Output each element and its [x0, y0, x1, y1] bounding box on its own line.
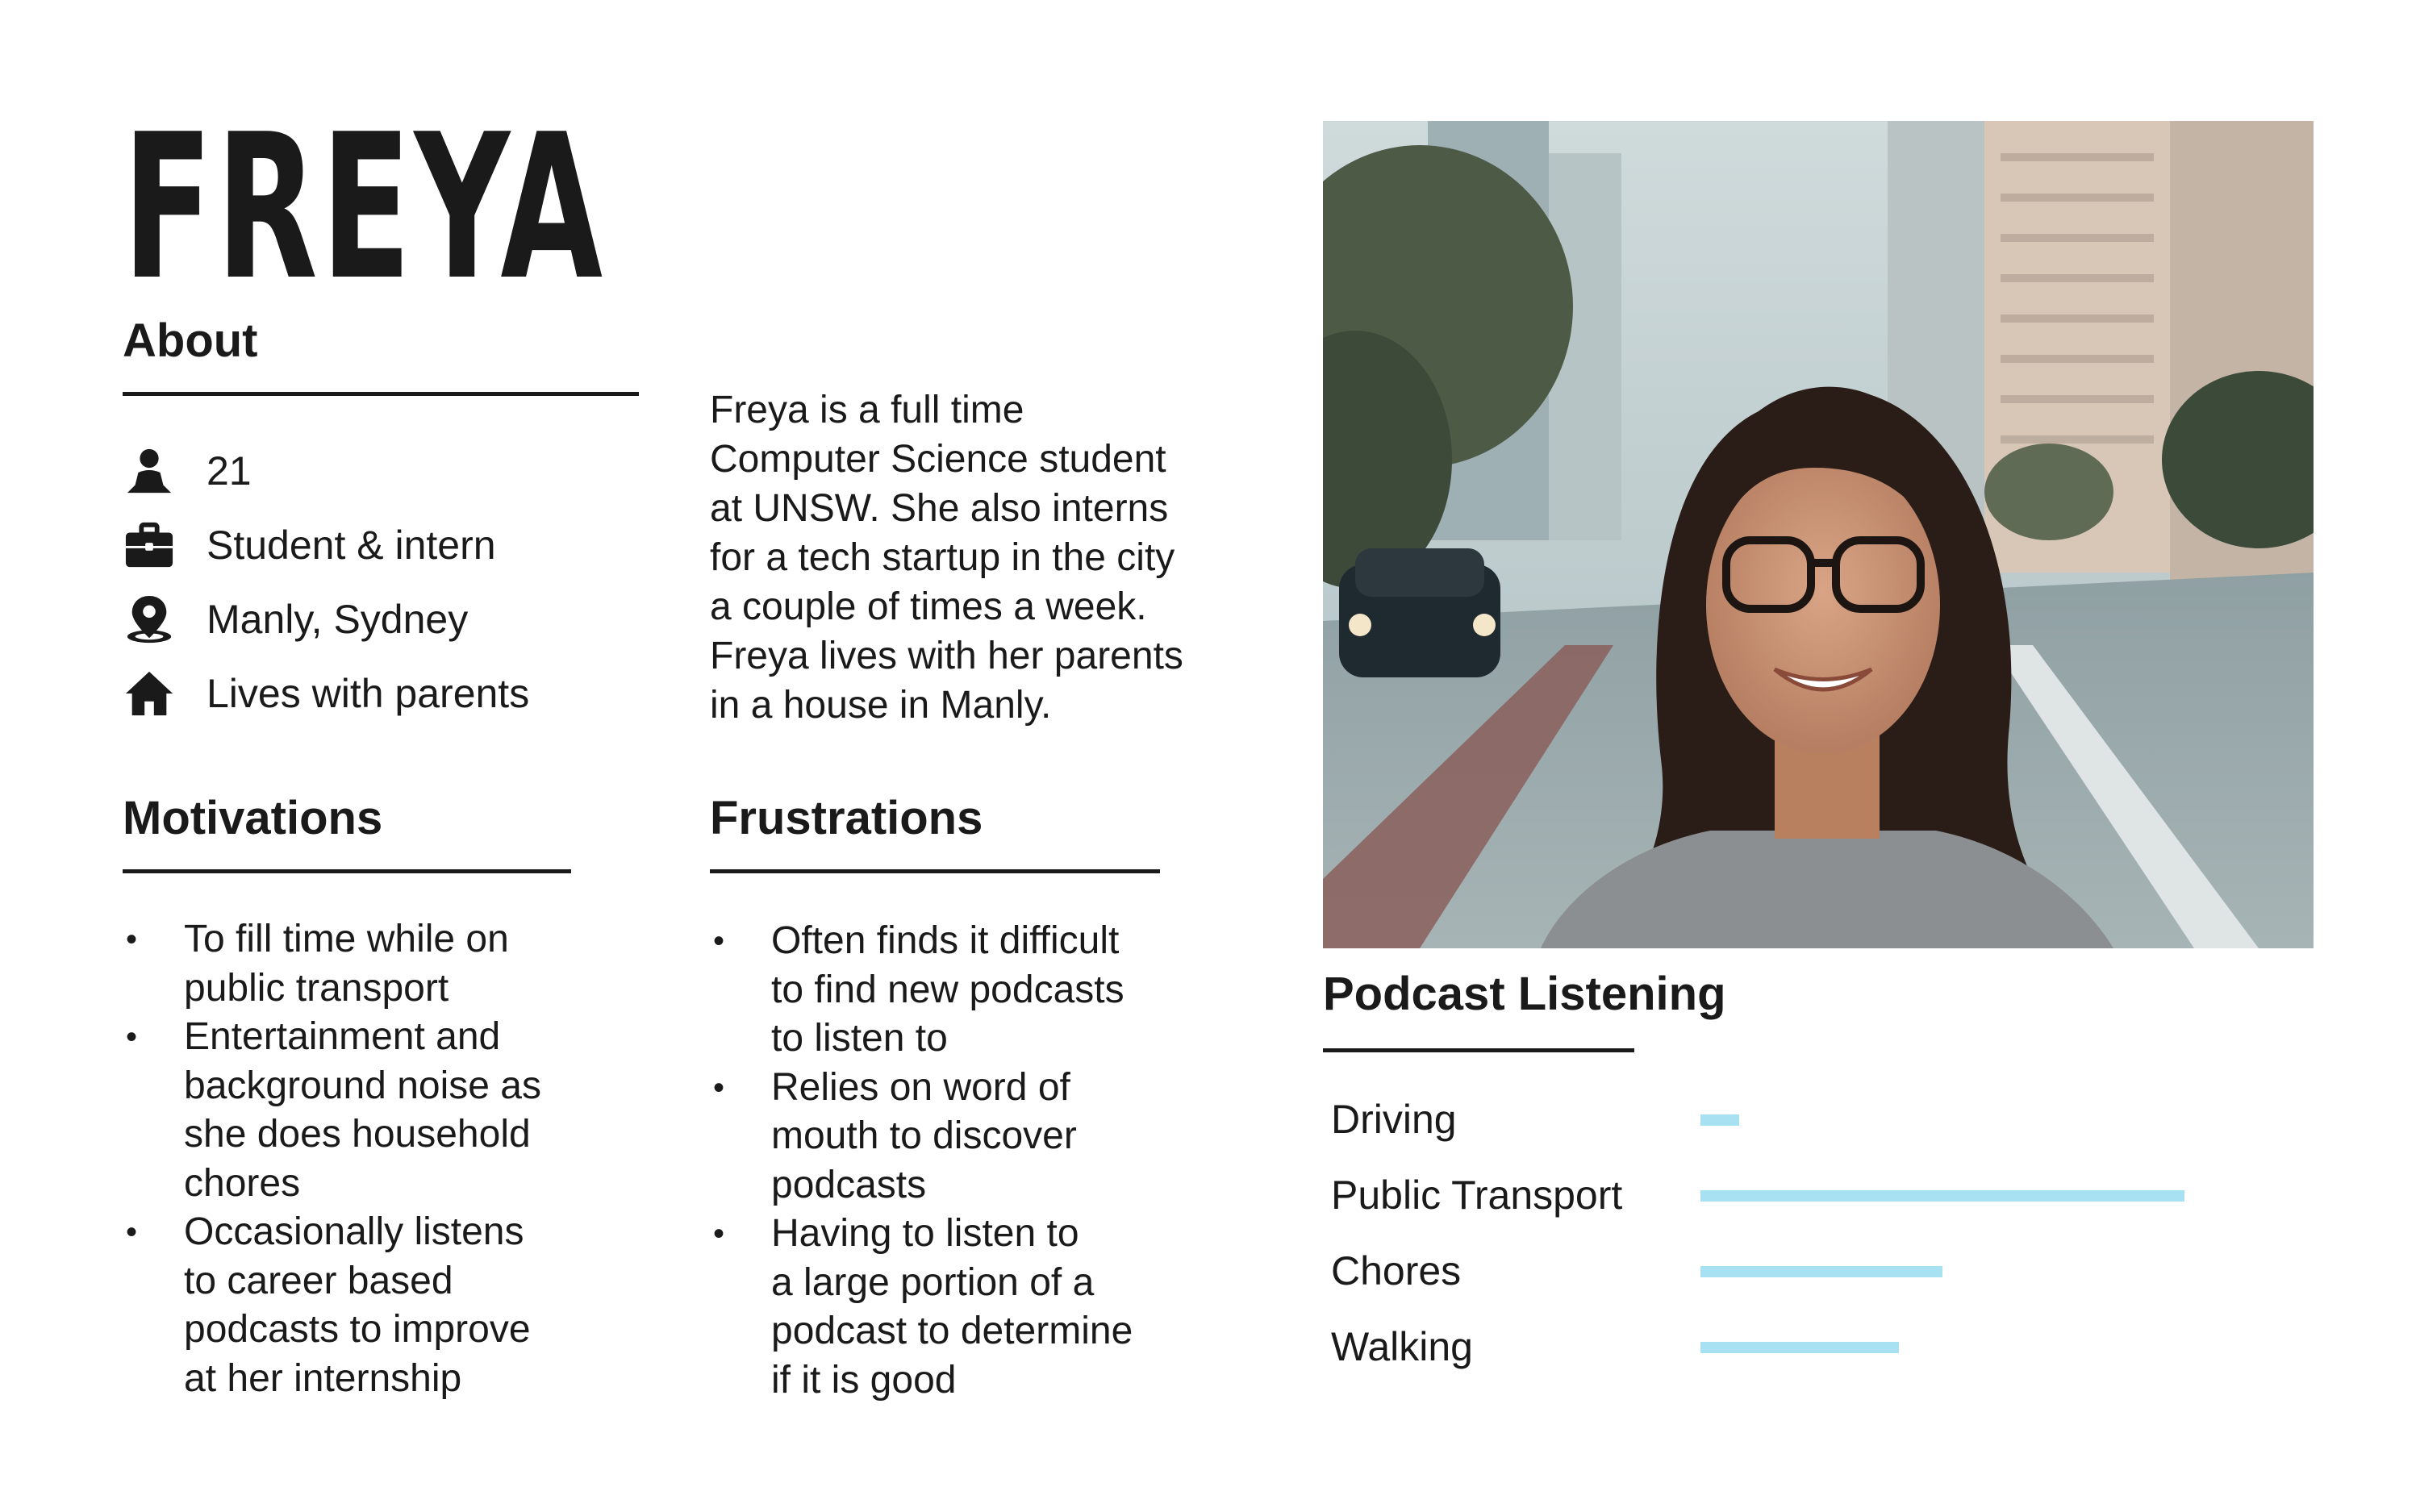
motivations-divider	[123, 869, 571, 873]
about-divider	[123, 392, 639, 396]
about-description-line: at UNSW. She also interns	[710, 487, 1169, 530]
list-item: Relies on word of mouth to discover podc…	[710, 1064, 1275, 1210]
list-item: Having to listen to a large portion of a…	[710, 1210, 1275, 1405]
listening-label: Walking	[1331, 1324, 1473, 1369]
about-description-line: Freya lives with her parents	[710, 635, 1183, 677]
motivations-heading: Motivations	[123, 792, 383, 844]
about-description-line: Freya is a full time	[710, 389, 1024, 431]
about-heading: About	[123, 314, 258, 367]
about-description-line: Computer Science student	[710, 438, 1166, 481]
about-item-occupation: Student & intern	[123, 508, 639, 582]
listening-label: Chores	[1331, 1248, 1462, 1293]
about-item-text: 21	[207, 448, 252, 494]
home-icon	[123, 667, 176, 720]
about-item-text: Lives with parents	[207, 671, 530, 716]
listening-label: Public Transport	[1331, 1173, 1623, 1218]
listening-row-chores: Chores	[1331, 1239, 2299, 1303]
listening-track	[1700, 1342, 2184, 1353]
about-description-line: for a tech startup in the city	[710, 536, 1175, 579]
list-item: Entertainment and background noise as sh…	[123, 1013, 639, 1208]
list-item: Occasionally listens to career based pod…	[123, 1208, 639, 1403]
motivations-list: To fill time while on public transport E…	[123, 915, 639, 1403]
listening-bar	[1700, 1342, 1899, 1353]
listening-bar	[1700, 1266, 1942, 1277]
listening-label: Driving	[1331, 1097, 1457, 1142]
about-facts: 21 Student & intern Manly, Sydney Lives …	[123, 434, 639, 731]
list-item: To fill time while on public transport	[123, 915, 639, 1013]
listening-bar	[1700, 1190, 2184, 1202]
about-description: Freya is a full time Computer Science st…	[710, 385, 1258, 730]
list-item: Often finds it difficult to find new pod…	[710, 917, 1275, 1064]
persona-name: FREYA	[123, 92, 607, 324]
listening-row-driving: Driving	[1331, 1087, 2299, 1152]
person-icon	[123, 444, 176, 498]
about-item-living: Lives with parents	[123, 656, 639, 731]
about-item-age: 21	[123, 434, 639, 508]
listening-row-walking: Walking	[1331, 1314, 2299, 1379]
frustrations-heading: Frustrations	[710, 792, 983, 844]
frustrations-list: Often finds it difficult to find new pod…	[710, 917, 1275, 1405]
about-item-text: Manly, Sydney	[207, 597, 469, 642]
listening-track	[1700, 1266, 2184, 1277]
listening-track	[1700, 1190, 2184, 1202]
location-pin-icon	[123, 593, 176, 646]
listening-track	[1700, 1114, 2184, 1126]
podcast-listening-heading: Podcast Listening	[1323, 968, 1726, 1020]
about-description-line: a couple of times a week.	[710, 585, 1147, 628]
briefcase-icon	[123, 519, 176, 572]
listening-bar	[1700, 1114, 1739, 1126]
about-item-text: Student & intern	[207, 523, 496, 568]
about-item-location: Manly, Sydney	[123, 582, 639, 656]
frustrations-divider	[710, 869, 1160, 873]
portrait-photo	[1323, 121, 2314, 948]
podcast-listening-divider	[1323, 1048, 1634, 1052]
about-description-line: in a house in Manly.	[710, 684, 1052, 727]
listening-row-public-transport: Public Transport	[1331, 1163, 2299, 1227]
